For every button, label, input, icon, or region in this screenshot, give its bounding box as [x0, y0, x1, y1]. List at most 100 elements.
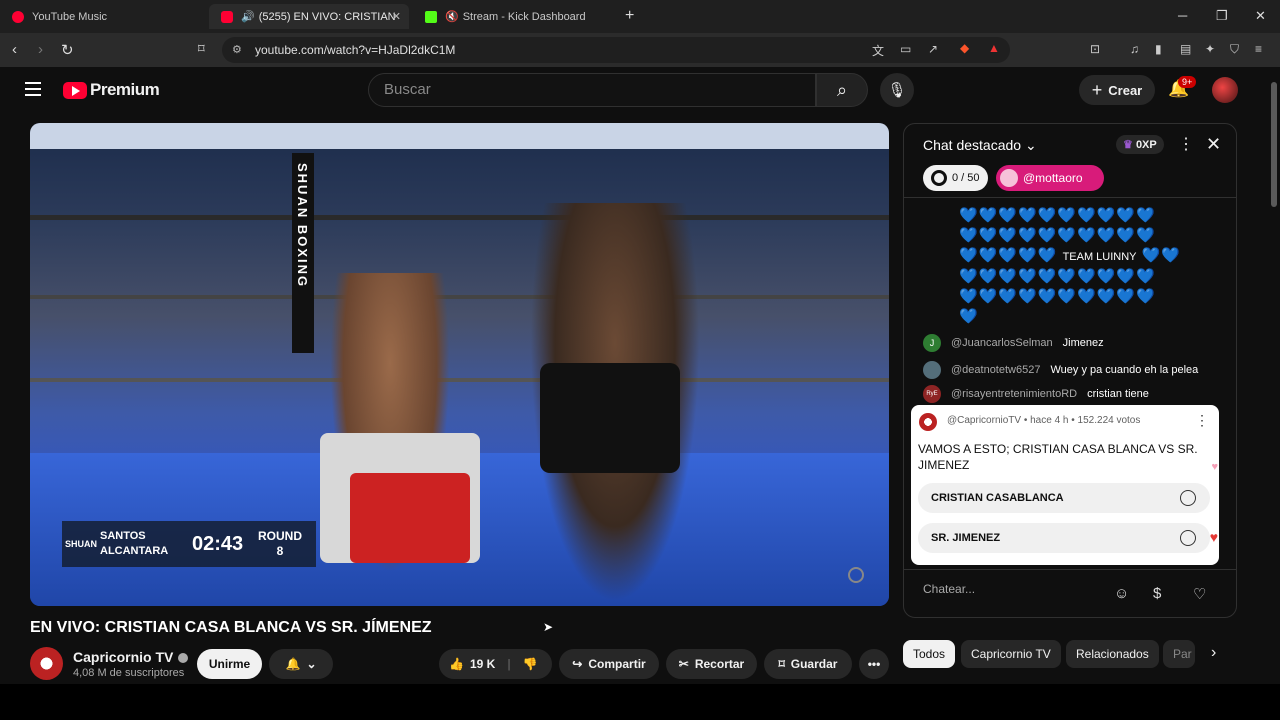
chevron-down-icon: ⌄: [306, 657, 317, 671]
chat-input[interactable]: Chatear...: [923, 582, 1123, 596]
chip-label: Par: [1173, 647, 1192, 661]
maximize-button[interactable]: ❐: [1216, 8, 1228, 24]
search-button[interactable]: ⌕: [816, 73, 868, 107]
channel-avatar[interactable]: [30, 647, 63, 680]
wallet-icon[interactable]: ▤: [1180, 42, 1191, 56]
heart-reaction-icon[interactable]: ♡: [1193, 585, 1206, 603]
mention-chip[interactable]: @mottaoro: [996, 165, 1104, 191]
live-chat-panel: Chat destacado ⌄ ♛ 0XP ⋮ ✕ 0 / 50 @motta…: [903, 123, 1237, 618]
site-info-icon[interactable]: ⚙: [232, 43, 242, 56]
bookmark-icon[interactable]: ⌑: [198, 41, 205, 57]
youtube-premium-logo[interactable]: Premium: [63, 80, 160, 100]
create-label: Crear: [1108, 82, 1143, 98]
minimize-button[interactable]: ─: [1178, 8, 1187, 23]
search-icon: ⌕: [836, 80, 848, 100]
brave-rewards-icon[interactable]: ▲: [988, 41, 1000, 55]
vpn-icon[interactable]: ⛉: [1230, 42, 1239, 57]
chat-avatar: RyE: [923, 385, 941, 403]
chat-message[interactable]: RyE @risayentretenimientoRD cristian tie…: [923, 385, 1223, 403]
hamburger-menu-icon[interactable]: [25, 82, 41, 96]
cast-icon[interactable]: ▭: [900, 42, 911, 56]
poll-option[interactable]: CRISTIAN CASABLANCA: [918, 483, 1210, 513]
reload-icon[interactable]: ↻: [61, 41, 74, 59]
close-tab-icon[interactable]: ✕: [392, 10, 401, 23]
poll-option[interactable]: SR. JIMENEZ: [918, 523, 1210, 553]
chat-text: Jimenez: [1062, 337, 1104, 349]
tab-kick-dashboard[interactable]: 🔇 Stream - Kick Dashboard: [413, 4, 613, 29]
super-chat-icon[interactable]: $: [1153, 585, 1161, 602]
video-player[interactable]: SHUAN BOXING SHUAN SANTOS ALCANTARA 02:4…: [30, 123, 889, 606]
chip-todos[interactable]: Todos: [903, 640, 956, 668]
brave-shield-icon[interactable]: ◆: [960, 41, 969, 55]
subscription-bell-button[interactable]: 🔔 ⌄: [269, 649, 333, 679]
new-tab-button[interactable]: +: [625, 7, 634, 25]
tab-label: (5255) EN VIVO: CRISTIAN CA: [258, 10, 399, 23]
floating-heart-icon: ♥: [1209, 529, 1218, 545]
boxer-left-trunks: [320, 433, 480, 563]
chat-message[interactable]: J @JuancarlosSelman Jimenez: [923, 334, 1223, 352]
subscriber-count: 4,08 M de suscriptores: [73, 667, 185, 679]
browser-menu-icon[interactable]: ≡: [1255, 42, 1262, 56]
mouse-cursor-icon: ➤: [543, 620, 554, 634]
microphone-icon: 🎙: [887, 82, 907, 99]
xp-badge[interactable]: ♛ 0XP: [1116, 135, 1164, 154]
chat-goal-counter[interactable]: 0 / 50: [923, 165, 988, 191]
create-button[interactable]: + Crear: [1079, 75, 1155, 105]
channel-watermark-icon[interactable]: [848, 567, 864, 583]
tab-youtube-music[interactable]: YouTube Music: [0, 4, 205, 29]
chip-channel[interactable]: Capricornio TV: [961, 640, 1061, 668]
voice-search-button[interactable]: 🎙: [880, 73, 914, 107]
media-icon[interactable]: ♫: [1130, 42, 1139, 56]
forward-icon[interactable]: ›: [38, 41, 43, 58]
chip-related[interactable]: Relacionados: [1066, 640, 1159, 668]
share-button[interactable]: ↪ Compartir: [559, 649, 659, 679]
share-page-icon[interactable]: ↗: [928, 42, 938, 56]
sidebar-icon[interactable]: ▮: [1155, 42, 1162, 56]
crown-icon: ♛: [1123, 139, 1133, 151]
clip-button[interactable]: ✂ Recortar: [666, 649, 757, 679]
youtube-logo-icon: [63, 81, 87, 99]
chat-header: Chat destacado ⌄ ♛ 0XP ⋮ ✕ 0 / 50 @motta…: [904, 124, 1236, 198]
chat-more-icon[interactable]: ⋮: [1178, 134, 1194, 154]
back-icon[interactable]: ‹: [12, 41, 17, 58]
translate-icon[interactable]: 文: [872, 42, 884, 59]
emoji-icon[interactable]: ☺: [1114, 585, 1129, 602]
more-actions-button[interactable]: •••: [859, 649, 889, 679]
save-button[interactable]: ⌑ Guardar: [764, 649, 852, 679]
dislike-button[interactable]: 👎: [523, 657, 538, 671]
chat-message[interactable]: @deatnotetw6527 Wuey y pa cuando eh la p…: [923, 361, 1223, 379]
leo-ai-icon[interactable]: ✦: [1205, 42, 1215, 56]
chat-author: @deatnotetw6527: [951, 364, 1041, 376]
thumbs-down-icon: 👎: [522, 657, 538, 671]
tab-live-stream[interactable]: 🔊 (5255) EN VIVO: CRISTIAN CA ✕: [209, 4, 409, 29]
search-input[interactable]: [384, 81, 784, 98]
url-field[interactable]: ⚙ youtube.com/watch?v=HJaDl2dkC1M 文 ▭ ↗ …: [222, 37, 1010, 63]
chip-partial[interactable]: Par: [1163, 640, 1195, 668]
share-icon: ↪: [572, 657, 583, 671]
xp-value: 0XP: [1135, 139, 1157, 151]
chat-author: @JuancarlosSelman: [951, 337, 1053, 349]
close-chat-icon[interactable]: ✕: [1206, 134, 1221, 155]
speaker-muted-icon: 🔇: [445, 11, 459, 23]
like-button[interactable]: 👍 19 K: [449, 657, 495, 671]
scrollbar-thumb[interactable]: [1271, 82, 1277, 207]
poll-more-icon[interactable]: ⋮: [1195, 412, 1209, 429]
chat-mode-dropdown[interactable]: Chat destacado ⌄: [923, 137, 1037, 154]
round-label: ROUND: [258, 529, 302, 543]
join-label: Unirme: [208, 657, 251, 671]
round-number: 8: [276, 544, 284, 558]
chevron-right-icon[interactable]: ›: [1211, 644, 1216, 662]
screenshot-icon[interactable]: ⊡: [1090, 42, 1100, 56]
scissors-icon: ✂: [678, 657, 689, 671]
join-button[interactable]: Unirme: [197, 649, 262, 679]
ring-post-label: SHUAN BOXING: [295, 163, 310, 289]
channel-name[interactable]: Capricornio TV: [73, 649, 189, 665]
logo-text: Premium: [90, 80, 160, 99]
kick-icon: [425, 10, 437, 23]
share-label: Compartir: [588, 657, 646, 671]
ring-rope: [30, 378, 889, 382]
radio-icon: [1180, 530, 1196, 546]
page-scrollbar[interactable]: [1268, 67, 1280, 684]
close-window-button[interactable]: ✕: [1255, 8, 1266, 24]
account-avatar[interactable]: [1212, 77, 1238, 103]
